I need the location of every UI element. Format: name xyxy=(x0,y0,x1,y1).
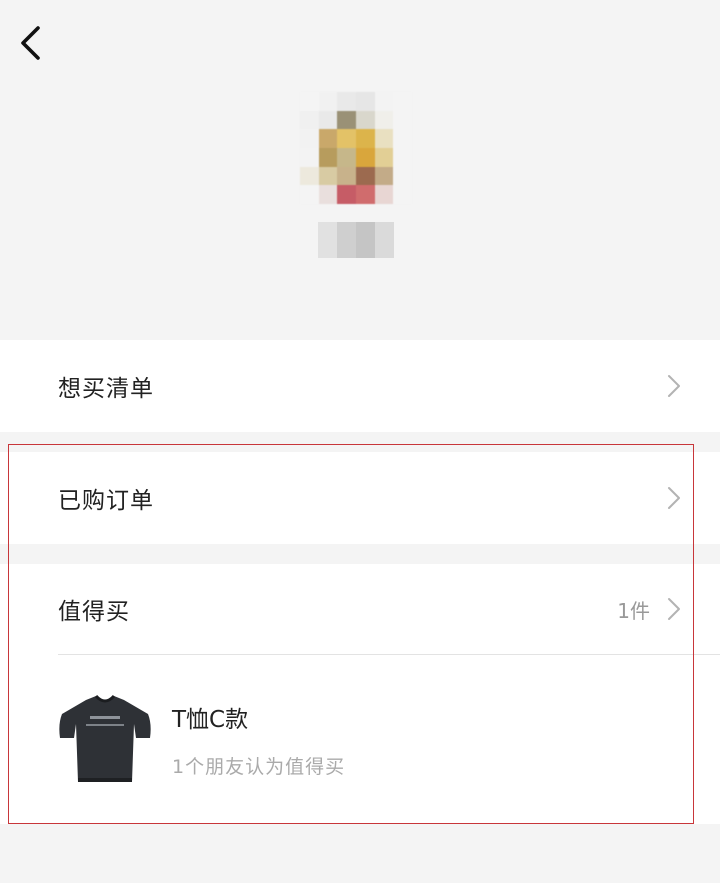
avatar-pixel xyxy=(337,92,356,111)
avatar-pixel xyxy=(355,129,375,148)
avatar xyxy=(300,92,412,204)
avatar-pixel xyxy=(393,110,412,130)
menu-item-orders[interactable]: 已购订单 xyxy=(0,452,720,544)
avatar-pixel xyxy=(337,185,356,204)
avatar-pixel xyxy=(318,166,338,186)
wishlist-label: 想买清单 xyxy=(58,376,154,402)
product-subtitle: 1个朋友认为值得买 xyxy=(172,756,346,778)
back-button[interactable] xyxy=(12,22,48,64)
avatar-pixel xyxy=(300,129,319,148)
avatar-pixel xyxy=(318,129,338,148)
avatar-pixel xyxy=(318,110,338,130)
avatar-pixel xyxy=(374,92,394,111)
avatar-pixel xyxy=(355,147,375,167)
avatar-pixel xyxy=(393,92,412,111)
avatar-pixel xyxy=(300,185,319,204)
avatar-pixel xyxy=(374,185,394,204)
avatar-pixel xyxy=(337,129,356,148)
menu-item-wishlist[interactable]: 想买清单 xyxy=(0,340,720,432)
avatar-pixel xyxy=(393,129,412,148)
avatar-pixel xyxy=(355,185,375,204)
product-name: T恤C款 xyxy=(172,707,249,733)
chevron-right-icon xyxy=(668,487,680,509)
avatar-pixel xyxy=(337,166,356,186)
avatar-pixel xyxy=(374,147,394,167)
avatar-pixel xyxy=(355,92,375,111)
avatar-pixel xyxy=(318,92,338,111)
avatar-pixel xyxy=(318,147,338,167)
avatar-pixel xyxy=(374,110,394,130)
worth-buying-count: 1件 xyxy=(617,598,650,623)
orders-label: 已购订单 xyxy=(58,488,154,514)
avatar-pixel xyxy=(393,147,412,167)
chevron-right-icon xyxy=(668,375,680,397)
avatar-pixel xyxy=(300,110,319,130)
avatar-pixel xyxy=(393,166,412,186)
chevron-left-icon xyxy=(21,26,40,60)
avatar-pixel xyxy=(374,129,394,148)
avatar-pixel xyxy=(300,92,319,111)
chevron-right-icon xyxy=(668,598,680,620)
username-blurred xyxy=(318,222,394,258)
avatar-pixel xyxy=(393,185,412,204)
avatar-pixel xyxy=(300,147,319,167)
avatar-pixel xyxy=(355,110,375,130)
avatar-pixel xyxy=(318,185,338,204)
avatar-pixel xyxy=(337,110,356,130)
avatar-pixel xyxy=(337,147,356,167)
product-thumbnail[interactable] xyxy=(56,694,154,786)
avatar-pixel xyxy=(300,166,319,186)
menu-item-worth-buying[interactable]: 值得买 1件 xyxy=(0,564,720,654)
avatar-pixel xyxy=(374,166,394,186)
avatar-pixel xyxy=(355,166,375,186)
worth-buying-label: 值得买 xyxy=(58,599,130,625)
tshirt-icon xyxy=(59,694,151,782)
divider xyxy=(58,654,720,655)
